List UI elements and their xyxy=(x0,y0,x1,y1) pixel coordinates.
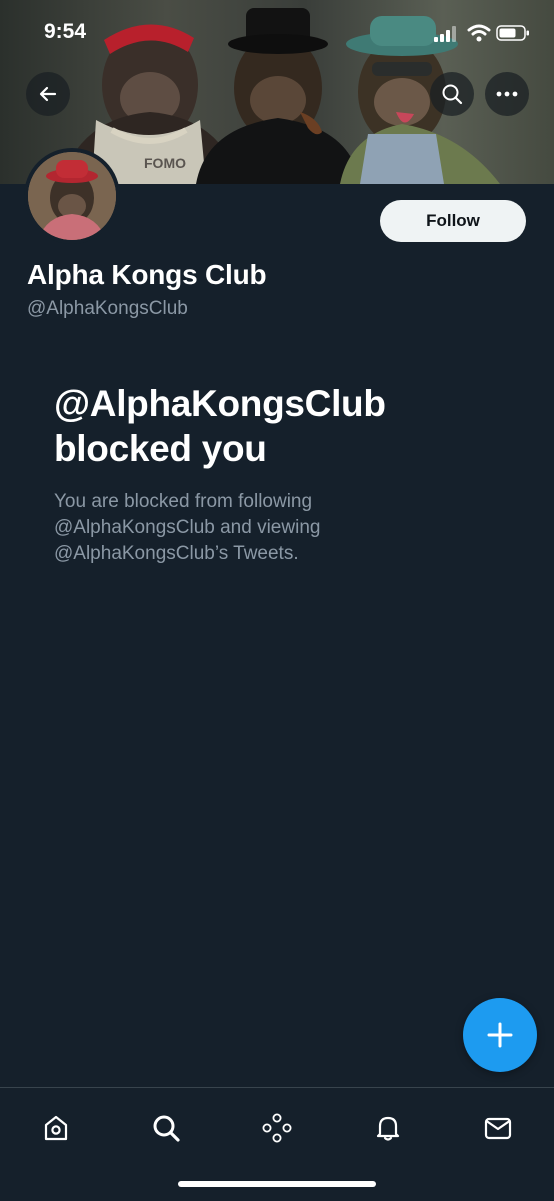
blocked-title-line: @AlphaKongsClub xyxy=(54,383,386,424)
arrow-left-icon xyxy=(39,86,57,102)
profile-handle: @AlphaKongsClub xyxy=(27,298,188,319)
cellular-signal-icon xyxy=(434,26,456,42)
status-bar: 9:54 xyxy=(0,0,554,66)
tab-home[interactable] xyxy=(36,1108,76,1148)
more-options-button[interactable] xyxy=(485,72,529,116)
blocked-description-line: @AlphaKongsClub and viewing xyxy=(54,517,321,538)
blocked-description: You are blocked from following @AlphaKon… xyxy=(54,489,494,567)
blocked-description-line: You are blocked from following xyxy=(54,491,313,512)
search-icon xyxy=(442,84,463,105)
status-time: 9:54 xyxy=(44,20,87,43)
tab-spaces[interactable] xyxy=(257,1108,297,1148)
search-button[interactable] xyxy=(430,72,474,116)
search-icon xyxy=(153,1115,180,1142)
back-button[interactable] xyxy=(26,72,70,116)
blocked-description-line: @AlphaKongsClub’s Tweets. xyxy=(54,543,299,564)
home-indicator[interactable] xyxy=(178,1181,376,1187)
notifications-bell-icon xyxy=(376,1116,400,1141)
banner-shirt-text: FOMO xyxy=(144,155,186,171)
profile-name: Alpha Kongs Club xyxy=(27,259,267,290)
blocked-title: @AlphaKongsClub blocked you xyxy=(54,381,494,471)
more-horizontal-icon xyxy=(496,91,518,97)
plus-icon xyxy=(487,1022,513,1048)
tab-notifications[interactable] xyxy=(368,1108,408,1148)
spaces-icon xyxy=(262,1113,292,1143)
wifi-icon xyxy=(467,24,491,42)
compose-tweet-button[interactable] xyxy=(463,998,537,1072)
blocked-title-line: blocked you xyxy=(54,428,267,469)
tab-search[interactable] xyxy=(146,1108,186,1148)
profile-avatar[interactable] xyxy=(24,148,120,244)
follow-button[interactable]: Follow xyxy=(380,200,526,242)
home-icon xyxy=(44,1115,68,1141)
messages-mail-icon xyxy=(484,1117,512,1140)
tab-messages[interactable] xyxy=(478,1108,518,1148)
battery-icon xyxy=(496,25,529,41)
avatar-illustration xyxy=(28,152,116,240)
